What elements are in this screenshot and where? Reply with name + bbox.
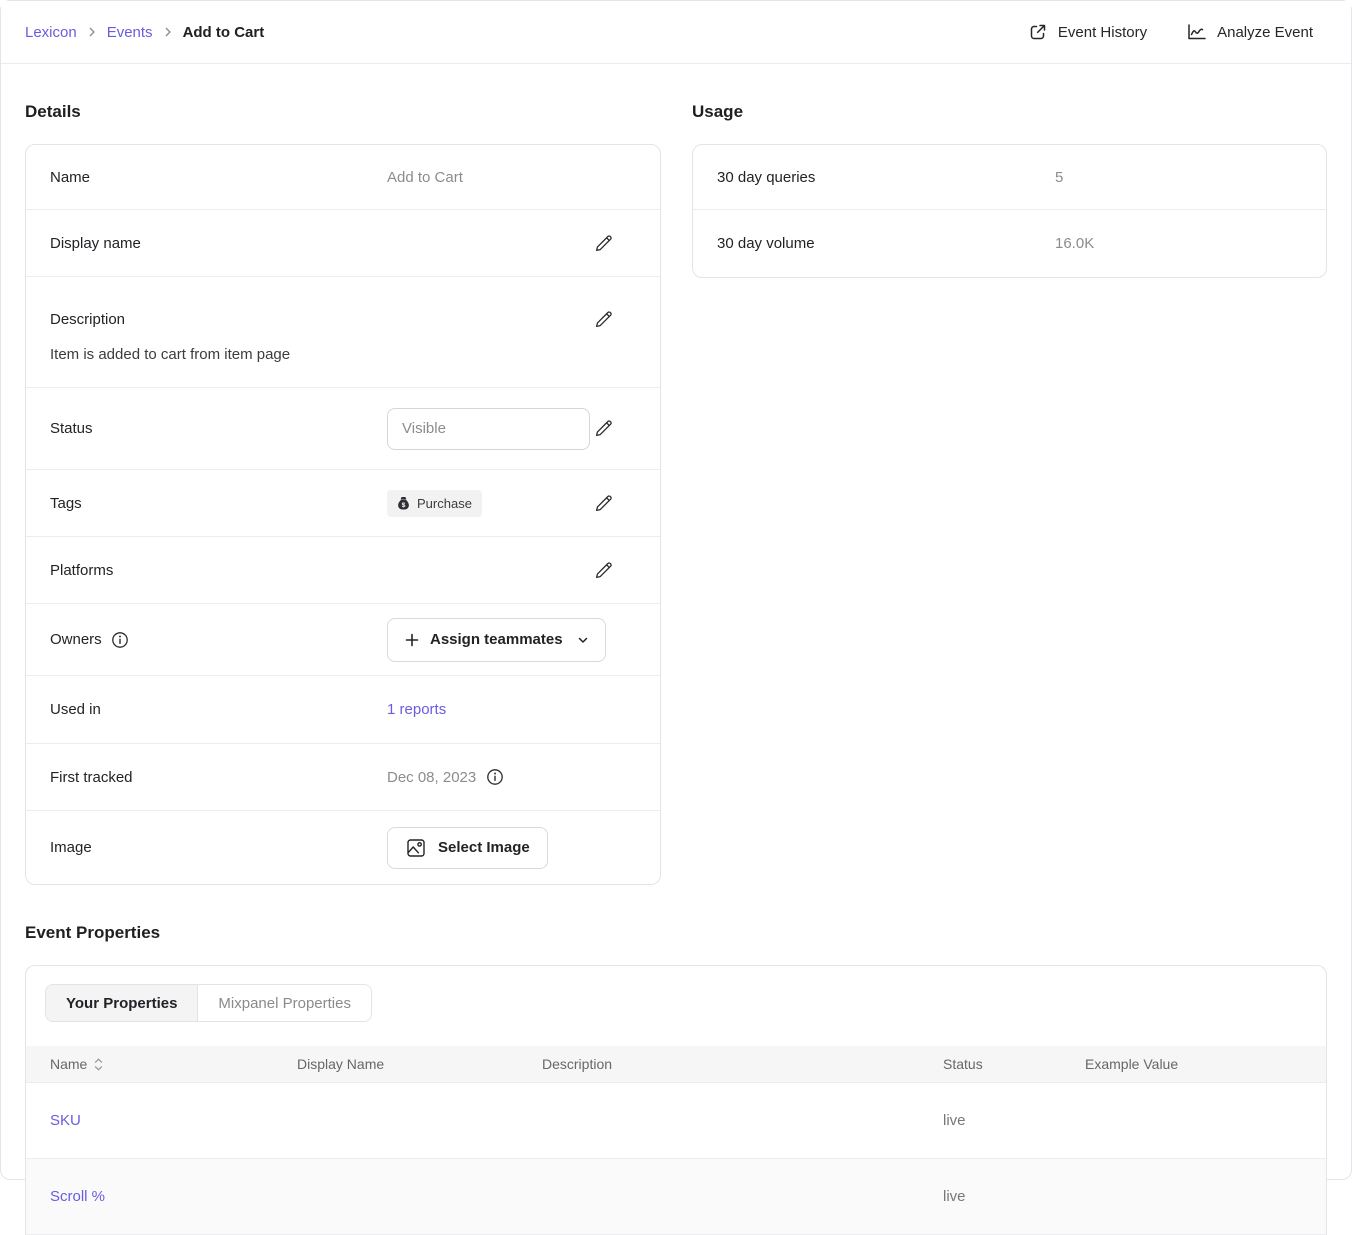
property-name-link[interactable]: Scroll % [50, 1188, 297, 1205]
properties-tabs: Your Properties Mixpanel Properties [45, 984, 372, 1022]
breadcrumb-current-event: Add to Cart [183, 24, 265, 41]
detail-row-image: Image Select Image [26, 811, 660, 884]
usage-card: 30 day queries 5 30 day volume 16.0K [692, 144, 1327, 278]
detail-row-owners: Owners Assign teammates [26, 604, 660, 676]
breadcrumb: Lexicon Events Add to Cart [25, 24, 264, 41]
details-card: Name Add to Cart Display name Descriptio… [25, 144, 661, 885]
detail-row-used-in: Used in 1 reports [26, 676, 660, 744]
pencil-icon [593, 560, 614, 581]
select-image-label: Select Image [438, 839, 530, 856]
status-label: Status [50, 420, 387, 437]
details-section: Details Name Add to Cart Display name [25, 102, 661, 885]
property-status: live [943, 1188, 1085, 1205]
info-icon [486, 768, 504, 786]
breadcrumb-lexicon[interactable]: Lexicon [25, 24, 77, 41]
pencil-icon [593, 309, 614, 330]
event-properties-title: Event Properties [25, 923, 1327, 943]
select-image-button[interactable]: Select Image [387, 827, 548, 869]
usage-row-queries: 30 day queries 5 [693, 145, 1326, 210]
lexicon-event-detail-page: { "breadcrumb": { "items": [ { "label": … [0, 0, 1352, 1180]
tag-chip-purchase[interactable]: $ Purchase [387, 490, 482, 517]
volume-label: 30 day volume [717, 235, 1055, 252]
property-status: live [943, 1112, 1085, 1129]
tab-your-properties[interactable]: Your Properties [46, 985, 198, 1021]
usage-row-volume: 30 day volume 16.0K [693, 210, 1326, 277]
sort-icon [94, 1058, 103, 1071]
pencil-icon [593, 418, 614, 439]
first-tracked-info-button[interactable] [486, 768, 504, 786]
owners-label: Owners [50, 631, 102, 648]
queries-value: 5 [1055, 169, 1063, 186]
edit-display-name-button[interactable] [591, 231, 616, 256]
column-header-description: Description [542, 1056, 943, 1072]
detail-row-status: Status Visible [26, 388, 660, 470]
analyze-event-label: Analyze Event [1217, 24, 1313, 41]
image-icon [405, 837, 427, 859]
line-chart-icon [1185, 22, 1207, 42]
tab-mixpanel-properties[interactable]: Mixpanel Properties [198, 985, 371, 1021]
column-header-status: Status [943, 1056, 1085, 1072]
usage-title: Usage [692, 102, 1327, 122]
properties-table-header: Name Display Name Description Status Exa… [26, 1046, 1326, 1083]
edit-platforms-button[interactable] [591, 558, 616, 583]
edit-description-button[interactable] [591, 307, 616, 332]
plus-icon [404, 632, 420, 648]
name-column-label: Name [50, 1056, 87, 1072]
event-properties-section: Event Properties Your Properties Mixpane… [25, 923, 1327, 1235]
property-row-sku: SKU live [26, 1083, 1326, 1159]
tags-label: Tags [50, 495, 387, 512]
edit-status-button[interactable] [591, 416, 616, 441]
event-properties-card: Your Properties Mixpanel Properties Name… [25, 965, 1327, 1235]
column-header-example-value: Example Value [1085, 1056, 1326, 1072]
column-header-name[interactable]: Name [50, 1056, 297, 1072]
detail-row-description: Description Item is added to cart from i… [26, 277, 660, 388]
detail-row-platforms: Platforms [26, 537, 660, 604]
volume-value: 16.0K [1055, 235, 1094, 252]
name-value: Add to Cart [387, 169, 463, 186]
owners-info-button[interactable] [111, 631, 129, 649]
top-actions: Event History Analyze Event [1028, 22, 1313, 42]
queries-label: 30 day queries [717, 169, 1055, 186]
description-label: Description [50, 311, 387, 328]
chevron-down-icon [577, 634, 589, 646]
assign-teammates-label: Assign teammates [430, 631, 563, 648]
info-icon [111, 631, 129, 649]
detail-row-name: Name Add to Cart [26, 145, 660, 210]
details-title: Details [25, 102, 661, 122]
detail-row-tags: Tags $ Purchase [26, 470, 660, 537]
chevron-right-icon [86, 26, 98, 38]
status-select[interactable]: Visible [387, 408, 590, 450]
usage-section: Usage 30 day queries 5 30 day volume 16.… [692, 102, 1327, 278]
money-bag-icon: $ [397, 496, 410, 511]
platforms-label: Platforms [50, 562, 387, 579]
tag-label: Purchase [417, 496, 472, 511]
detail-row-first-tracked: First tracked Dec 08, 2023 [26, 744, 660, 811]
event-history-button[interactable]: Event History [1028, 22, 1147, 42]
description-value: Item is added to cart from item page [50, 346, 616, 363]
analyze-event-button[interactable]: Analyze Event [1185, 22, 1313, 42]
first-tracked-value: Dec 08, 2023 [387, 769, 476, 786]
column-header-display-name: Display Name [297, 1056, 542, 1072]
image-label: Image [50, 839, 387, 856]
svg-text:$: $ [402, 502, 406, 509]
property-row-scroll-pct: Scroll % live [26, 1159, 1326, 1235]
status-value: Visible [402, 420, 446, 437]
first-tracked-label: First tracked [50, 769, 387, 786]
event-history-label: Event History [1058, 24, 1147, 41]
main-content: Details Name Add to Cart Display name [1, 64, 1351, 1235]
used-in-reports-link[interactable]: 1 reports [387, 701, 446, 718]
pencil-icon [593, 233, 614, 254]
display-name-label: Display name [50, 235, 387, 252]
external-link-icon [1028, 22, 1048, 42]
breadcrumb-events[interactable]: Events [107, 24, 153, 41]
detail-row-display-name: Display name [26, 210, 660, 277]
used-in-label: Used in [50, 701, 387, 718]
top-bar: Lexicon Events Add to Cart Event History [1, 1, 1351, 64]
edit-tags-button[interactable] [591, 491, 616, 516]
name-label: Name [50, 169, 387, 186]
property-name-link[interactable]: SKU [50, 1112, 297, 1129]
assign-teammates-button[interactable]: Assign teammates [387, 618, 606, 662]
chevron-right-icon [162, 26, 174, 38]
pencil-icon [593, 493, 614, 514]
